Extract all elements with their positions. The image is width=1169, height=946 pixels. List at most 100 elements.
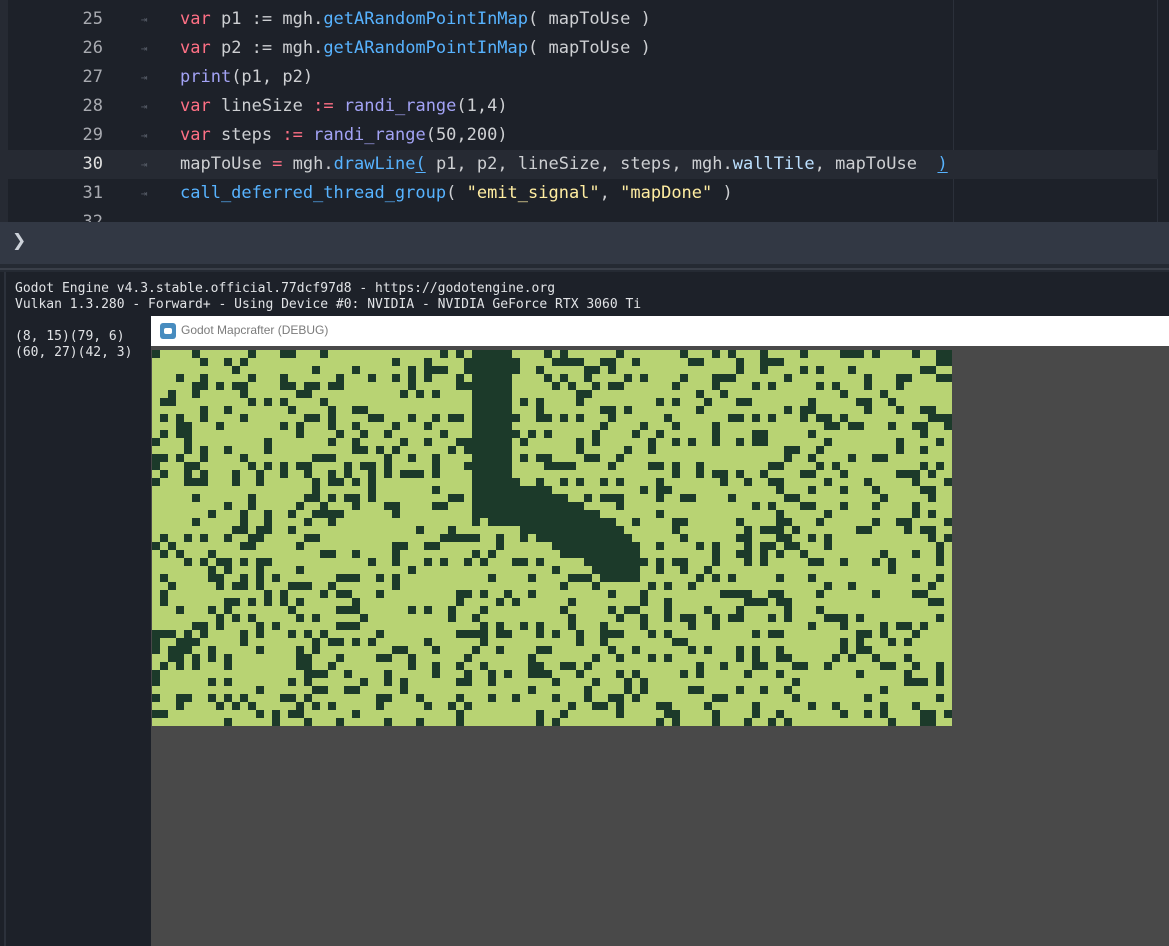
tile-map[interactable] bbox=[152, 350, 952, 726]
wall-tile bbox=[736, 550, 744, 558]
wall-tile bbox=[576, 526, 584, 534]
code-text[interactable]: var p1 := mgh.getARandomPointInMap( mapT… bbox=[180, 5, 651, 34]
wall-tile bbox=[744, 598, 752, 606]
panel-splitter[interactable] bbox=[0, 264, 1169, 272]
wall-tile bbox=[208, 550, 216, 558]
wall-tile bbox=[752, 646, 760, 654]
code-text[interactable]: call_deferred_thread_group( "emit_signal… bbox=[180, 179, 733, 208]
wall-tile bbox=[600, 494, 608, 502]
wall-tile bbox=[240, 558, 248, 566]
wall-tile bbox=[904, 654, 912, 662]
wall-tile bbox=[928, 414, 936, 422]
wall-tile bbox=[544, 502, 552, 510]
wall-tile bbox=[352, 478, 360, 486]
wall-tile bbox=[848, 366, 856, 374]
code-line[interactable]: 30 ⇥ mapToUse = mgh.drawLine( p1, p2, line… bbox=[8, 150, 1158, 179]
wall-tile bbox=[712, 542, 720, 550]
wall-tile bbox=[512, 414, 520, 422]
code-text[interactable]: print(p1, p2) bbox=[180, 63, 313, 92]
wall-tile bbox=[496, 502, 504, 510]
wall-tile bbox=[304, 582, 312, 590]
code-text[interactable]: var steps := randi_range(50,200) bbox=[180, 121, 508, 150]
wall-tile bbox=[928, 582, 936, 590]
wall-tile bbox=[808, 486, 816, 494]
expression-prompt-bar[interactable]: ❯ bbox=[0, 222, 1169, 264]
code-line[interactable]: 26 ⇥ var p2 := mgh.getARandomPointInMap( m… bbox=[8, 34, 1158, 63]
wall-tile bbox=[600, 406, 608, 414]
code-editor[interactable]: 25 ⇥ var p1 := mgh.getARandomPointInMap( m… bbox=[0, 0, 1169, 222]
wall-tile bbox=[192, 638, 200, 646]
wall-tile bbox=[224, 662, 232, 670]
wall-tile bbox=[880, 702, 888, 710]
code-line[interactable]: 29 ⇥ var steps := randi_range(50,200) bbox=[8, 121, 1158, 150]
wall-tile bbox=[312, 670, 320, 678]
wall-tile bbox=[616, 558, 624, 566]
wall-tile bbox=[152, 670, 160, 678]
wall-tile bbox=[176, 662, 184, 670]
wall-tile bbox=[192, 662, 200, 670]
wall-tile bbox=[920, 590, 928, 598]
wall-tile bbox=[712, 350, 720, 358]
wall-tile bbox=[472, 614, 480, 622]
game-window-titlebar[interactable]: Godot Mapcrafter (DEBUG) bbox=[151, 316, 1169, 346]
wall-tile bbox=[592, 382, 600, 390]
wall-tile bbox=[512, 694, 520, 702]
wall-tile bbox=[448, 414, 456, 422]
wall-tile bbox=[920, 710, 928, 718]
wall-tile bbox=[320, 350, 328, 358]
wall-tile bbox=[808, 454, 816, 462]
code-line[interactable]: 32 bbox=[8, 208, 1158, 222]
code-text[interactable]: mapToUse = mgh.drawLine( p1, p2, lineSiz… bbox=[180, 150, 948, 179]
wall-tile bbox=[792, 494, 800, 502]
game-debug-window[interactable]: Godot Mapcrafter (DEBUG) bbox=[151, 316, 1169, 946]
code-line[interactable]: 27 ⇥ print(p1, p2) bbox=[8, 63, 1158, 92]
code-line[interactable]: 28 ⇥ var lineSize := randi_range(1,4) bbox=[8, 92, 1158, 121]
wall-tile bbox=[872, 590, 880, 598]
wall-tile bbox=[160, 590, 168, 598]
wall-tile bbox=[664, 654, 672, 662]
wall-tile bbox=[584, 366, 592, 374]
wall-tile bbox=[288, 694, 296, 702]
wall-tile bbox=[432, 414, 440, 422]
wall-tile bbox=[200, 446, 208, 454]
code-text[interactable]: var p2 := mgh.getARandomPointInMap( mapT… bbox=[180, 34, 651, 63]
wall-tile bbox=[480, 390, 488, 398]
wall-tile bbox=[864, 526, 872, 534]
code-text[interactable]: var lineSize := randi_range(1,4) bbox=[180, 92, 508, 121]
wall-tile bbox=[472, 502, 480, 510]
wall-tile bbox=[928, 718, 936, 726]
wall-tile bbox=[576, 358, 584, 366]
wall-tile bbox=[232, 366, 240, 374]
wall-tile bbox=[480, 590, 488, 598]
wall-tile bbox=[472, 438, 480, 446]
wall-tile bbox=[160, 710, 168, 718]
wall-tile bbox=[528, 686, 536, 694]
wall-tile bbox=[488, 462, 496, 470]
wall-tile bbox=[912, 350, 920, 358]
wall-tile bbox=[248, 462, 256, 470]
wall-tile bbox=[296, 582, 304, 590]
wall-tile bbox=[152, 542, 160, 550]
wall-tile bbox=[416, 526, 424, 534]
wall-tile bbox=[200, 478, 208, 486]
code-line[interactable]: 31 ⇥ call_deferred_thread_group( "emit_sig… bbox=[8, 179, 1158, 208]
wall-tile bbox=[864, 406, 872, 414]
wall-tile bbox=[584, 574, 592, 582]
wall-tile bbox=[880, 710, 888, 718]
wall-tile bbox=[784, 406, 792, 414]
wall-tile bbox=[344, 670, 352, 678]
wall-tile bbox=[696, 406, 704, 414]
wall-tile bbox=[176, 606, 184, 614]
wall-tile bbox=[512, 502, 520, 510]
wall-tile bbox=[400, 542, 408, 550]
wall-tile bbox=[888, 662, 896, 670]
wall-tile bbox=[456, 374, 464, 382]
wall-tile bbox=[736, 686, 744, 694]
wall-tile bbox=[680, 494, 688, 502]
code-line[interactable]: 25 ⇥ var p1 := mgh.getARandomPointInMap( m… bbox=[8, 5, 1158, 34]
wall-tile bbox=[760, 598, 768, 606]
wall-tile bbox=[328, 478, 336, 486]
wall-tile bbox=[352, 622, 360, 630]
wall-tile bbox=[440, 350, 448, 358]
code-token: ( bbox=[415, 154, 426, 174]
